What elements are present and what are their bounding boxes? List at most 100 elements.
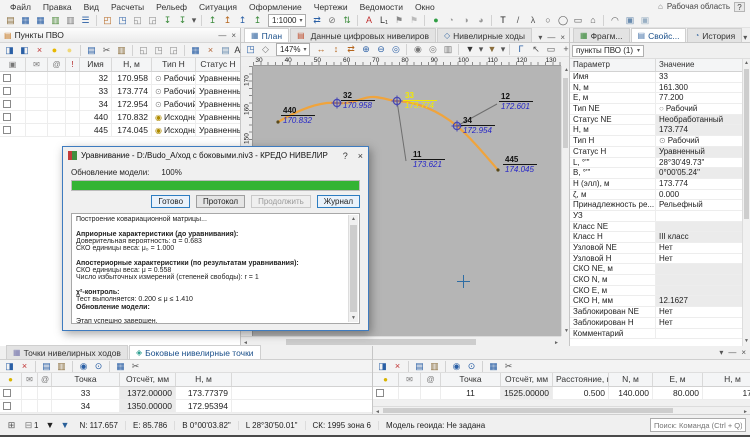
copy-icon[interactable]: ▤ (84, 44, 99, 57)
column-header[interactable]: Статус Н (196, 58, 240, 71)
lasso-select-icon[interactable]: ◇ (258, 43, 273, 56)
table-row[interactable]: H (элл), м173.774 (570, 179, 743, 190)
delete-row-icon[interactable]: × (17, 360, 32, 373)
table-row[interactable]: Класс HIII класс (570, 232, 743, 243)
table-row[interactable]: СКО NE, м (570, 264, 743, 275)
select-mode-icon[interactable]: ◱ (136, 44, 151, 57)
circle-tool-icon[interactable]: ◯ (555, 14, 570, 27)
row-checkbox[interactable] (3, 100, 11, 108)
filter-active-icon[interactable]: ▼ (57, 419, 72, 432)
image-frame-icon[interactable]: ▣ (637, 14, 652, 27)
column-header[interactable]: ● (0, 373, 22, 386)
scrollbar-thumb[interactable] (744, 69, 749, 219)
save-icon[interactable]: ▦ (18, 14, 33, 27)
polygon-tool-icon[interactable]: ⌂ (585, 14, 600, 27)
add-row-icon[interactable]: ◨ (2, 360, 17, 373)
vertical-scrollbar[interactable]: ▲ ▼ (561, 66, 569, 336)
zoom-in-icon[interactable]: ⊕ (358, 43, 373, 56)
table-row[interactable]: 440170.832◉ИсходныйУравненный (0, 111, 240, 124)
table-settings-icon[interactable]: ▦ (486, 360, 501, 373)
column-header[interactable]: @ (421, 373, 441, 386)
export-mif-icon[interactable]: ↥ (235, 14, 250, 27)
table-row[interactable]: Заблокирован HНет (570, 318, 743, 329)
insert-row-icon[interactable]: ◧ (17, 44, 32, 57)
protocol-button[interactable]: Протокол (196, 195, 245, 208)
disable-measure-icon[interactable]: ⊘ (324, 14, 339, 27)
menu-item[interactable]: Правка (37, 2, 78, 12)
import-more-arrow[interactable]: ▾ (190, 14, 198, 27)
journal-button[interactable]: Журнал (317, 195, 360, 208)
table-row[interactable]: E, м77.200 (570, 93, 743, 104)
column-header[interactable]: ● (373, 373, 399, 386)
add-row-icon[interactable]: ◨ (375, 360, 390, 373)
export-txt-icon[interactable]: ↥ (250, 14, 265, 27)
table-row[interactable]: 331372.00000173.77379 (0, 387, 372, 400)
arc-tool-icon[interactable]: ◠ (607, 14, 622, 27)
tab-level-runs[interactable]: ◇ Нивелирные ходы (437, 28, 532, 42)
tab-run-points[interactable]: ▦ Точки нивелирных ходов (6, 345, 128, 359)
table-row[interactable]: Заблокирован NEНет (570, 307, 743, 318)
table-row[interactable]: Принадлежность ре...Рельефный (570, 200, 743, 211)
delete-row-icon[interactable]: × (32, 44, 47, 57)
table-row[interactable]: 32170.958⊙РабочийУравненный (0, 72, 240, 85)
scroll-down-icon[interactable]: ▼ (349, 314, 358, 322)
print-icon[interactable]: ▥ (63, 14, 78, 27)
rect-capture-icon[interactable]: ▭ (543, 43, 558, 56)
cursor-mode-icon[interactable]: ↖ (528, 43, 543, 56)
pin-icon[interactable]: ⌂ (658, 2, 663, 11)
disable-point-icon[interactable]: ● (62, 44, 77, 57)
column-header[interactable]: Расстояние, м (553, 373, 609, 386)
table-row[interactable]: N, м161.300 (570, 83, 743, 94)
layers-icon[interactable]: ▥ (440, 43, 455, 56)
column-header[interactable]: Н, м (112, 58, 152, 71)
zoom-window-icon[interactable]: ◎ (425, 43, 440, 56)
minimize-icon[interactable]: ― (218, 31, 226, 40)
column-header[interactable]: N, м (609, 373, 653, 386)
tab-digital-levels[interactable]: ▤ Данные цифровых нивелиров (290, 28, 436, 42)
table-row[interactable]: 445174.045◉ИсходныйУравненный (0, 124, 240, 137)
close-icon[interactable]: × (741, 348, 746, 357)
column-header[interactable]: Тип Н (152, 58, 196, 71)
scrollbar-thumb[interactable] (563, 78, 568, 148)
export-dxf-icon[interactable]: ↥ (220, 14, 235, 27)
rotate-left-icon[interactable]: ◔ (443, 14, 458, 27)
find-icon[interactable]: ◉ (449, 360, 464, 373)
help-icon[interactable]: ? (734, 2, 745, 12)
enable-point-icon[interactable]: ● (47, 44, 62, 57)
find-icon[interactable]: ◉ (76, 360, 91, 373)
chevron-down-icon[interactable]: ▾ (743, 33, 747, 42)
scrollbar-thumb[interactable] (286, 339, 476, 345)
find-next-icon[interactable]: ⊙ (464, 360, 479, 373)
filter-elements-arrow[interactable]: ▾ (499, 43, 506, 56)
polyline-tool-icon[interactable]: λ (525, 14, 540, 27)
column-header[interactable]: Точка (52, 373, 120, 386)
paste-icon[interactable]: ▥ (114, 44, 129, 57)
table-row[interactable]: 111525.000000.500140.00080.000173. (373, 387, 750, 400)
selection-scope-select[interactable]: пункты ПВО (1) ▾ (572, 45, 644, 57)
properties-scrollbar[interactable]: ▲ ▼ (742, 59, 750, 346)
table-row[interactable]: Статус HУравненный (570, 147, 743, 158)
column-header[interactable]: Отсчёт, мм (501, 373, 553, 386)
import-data-icon[interactable]: ▥ (48, 14, 63, 27)
dialog-help-icon[interactable]: ? (343, 151, 348, 161)
filter-arrow[interactable]: ▾ (477, 43, 484, 56)
filter-icon[interactable]: ▼ (42, 419, 57, 432)
column-header[interactable]: @ (38, 373, 52, 386)
table-row[interactable]: H, м173.774 (570, 125, 743, 136)
clear-filter-icon[interactable]: × (203, 44, 218, 57)
row-checkbox[interactable] (3, 126, 11, 134)
pan-free-icon[interactable]: ⇄ (343, 43, 358, 56)
import-raster-icon[interactable]: ◳ (115, 14, 130, 27)
row-checkbox[interactable] (3, 113, 11, 121)
table-row[interactable]: Тип H⊙Рабочий (570, 136, 743, 147)
image-icon[interactable]: ▣ (622, 14, 637, 27)
column-header[interactable]: Значение (656, 59, 743, 71)
table-row[interactable]: 33173.774⊙РабочийУравненный (0, 85, 240, 98)
column-header[interactable]: ✉ (399, 373, 421, 386)
table-row[interactable]: УЗ (570, 211, 743, 222)
export-xml-icon[interactable]: ↥ (205, 14, 220, 27)
tab-history[interactable]: ◔ История (687, 28, 742, 42)
table-row[interactable]: ζ, м0.000 (570, 190, 743, 201)
l1-levelling-icon[interactable]: L₁ (376, 14, 391, 27)
import-credo-icon[interactable]: ◲ (145, 14, 160, 27)
